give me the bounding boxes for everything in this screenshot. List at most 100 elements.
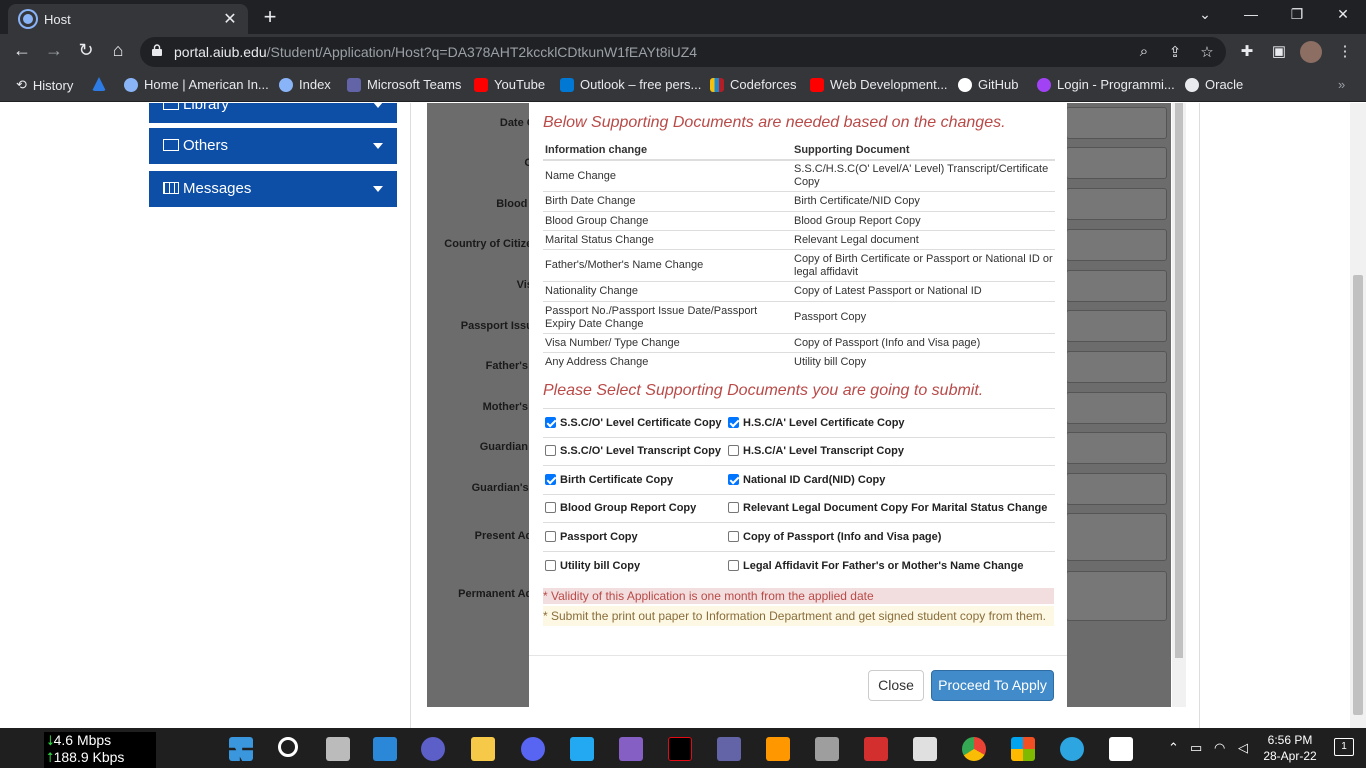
bookmark-codeforces[interactable]: Codeforces — [710, 77, 796, 92]
checkbox[interactable] — [545, 530, 556, 542]
new-tab-button[interactable]: + — [258, 4, 282, 30]
bookmark-atlassian[interactable] — [92, 77, 106, 91]
checkbox[interactable] — [728, 559, 739, 571]
citizenship-field[interactable] — [1066, 229, 1167, 261]
share-icon[interactable]: ⇪ — [1164, 43, 1186, 61]
bookmark-outlook[interactable]: Outlook – free pers... — [560, 77, 701, 92]
checkbox-option[interactable]: S.S.C/O' Level Certificate Copy — [543, 408, 726, 437]
bookmark-aiub-home[interactable]: Home | American In... — [124, 77, 269, 92]
father-name-field[interactable] — [1066, 351, 1167, 383]
sublime-text-icon[interactable] — [766, 737, 790, 761]
system-clock[interactable]: 6:56 PM 28-Apr-22 — [1262, 732, 1318, 764]
checkbox[interactable] — [728, 473, 739, 485]
battery-icon[interactable]: ▭ — [1190, 740, 1202, 756]
zoom-icon[interactable]: ⌕ — [1133, 43, 1155, 60]
passport-issue-field[interactable] — [1066, 310, 1167, 342]
checkbox-option[interactable]: Birth Certificate Copy — [543, 465, 726, 494]
extensions-icon[interactable]: ✚ — [1236, 42, 1258, 60]
chrome-icon[interactable] — [962, 737, 986, 761]
snipping-tool-icon[interactable] — [913, 737, 937, 761]
bookmark-star-icon[interactable]: ☆ — [1196, 43, 1218, 61]
windows-start-icon[interactable] — [229, 737, 253, 761]
telegram-icon[interactable] — [1060, 737, 1084, 761]
visual-studio-icon[interactable] — [619, 737, 643, 761]
form-scrollbar[interactable] — [1172, 103, 1186, 707]
bookmark-github[interactable]: GitHub — [958, 77, 1018, 92]
guardian-name-field[interactable] — [1066, 432, 1167, 464]
home-icon[interactable]: ⌂ — [106, 40, 130, 61]
bookmarks-overflow-icon[interactable]: » — [1338, 77, 1345, 92]
window-close-button[interactable]: ✕ — [1320, 6, 1366, 23]
wifi-icon[interactable]: ◠ — [1214, 740, 1225, 756]
visa-field[interactable] — [1066, 270, 1167, 302]
bookmark-teams[interactable]: Microsoft Teams — [347, 77, 461, 92]
checkbox[interactable] — [545, 559, 556, 571]
widgets-icon[interactable] — [373, 737, 397, 761]
proceed-to-apply-button[interactable]: Proceed To Apply — [931, 670, 1054, 701]
vscode-icon[interactable] — [570, 737, 594, 761]
netflix-icon[interactable] — [668, 737, 692, 761]
present-address-field[interactable] — [1066, 513, 1167, 561]
scrollbar-thumb[interactable] — [1353, 275, 1363, 715]
profile-avatar[interactable] — [1300, 41, 1322, 63]
close-button[interactable]: Close — [868, 670, 924, 701]
forward-icon[interactable]: → — [42, 40, 66, 61]
checkbox-option[interactable]: Passport Copy — [543, 522, 726, 551]
file-explorer-icon[interactable] — [471, 737, 495, 761]
bookmark-history[interactable]: ⟲ History — [16, 77, 73, 93]
blood-group-select[interactable] — [1066, 188, 1167, 220]
checkbox[interactable] — [728, 530, 739, 542]
checkbox[interactable] — [545, 473, 556, 485]
sidebar-item-messages[interactable]: Messages — [149, 171, 397, 207]
guardian-email-field[interactable] — [1066, 473, 1167, 505]
acrobat-icon[interactable] — [864, 737, 888, 761]
back-icon[interactable]: ← — [10, 40, 34, 61]
bookmark-oracle[interactable]: Oracle — [1185, 77, 1243, 92]
sidebar-item-others[interactable]: Others — [149, 128, 397, 164]
permanent-address-field[interactable] — [1066, 571, 1167, 621]
checkbox-option[interactable]: Relevant Legal Document Copy For Marital… — [726, 493, 1055, 523]
teams-icon[interactable] — [717, 737, 741, 761]
checkbox[interactable] — [728, 502, 739, 514]
checkbox-option[interactable]: Utility bill Copy — [543, 550, 726, 580]
bookmark-login[interactable]: Login - Programmi... — [1037, 77, 1175, 92]
menu-icon[interactable]: ⋮ — [1334, 42, 1356, 60]
checkbox-option[interactable]: Blood Group Report Copy — [543, 493, 726, 523]
notifications-icon[interactable]: 1 — [1334, 738, 1354, 756]
date-of-birth-field[interactable] — [1066, 107, 1167, 139]
side-panel-icon[interactable]: ▣ — [1268, 42, 1290, 60]
browser-tab[interactable]: Host ✕ — [8, 4, 248, 34]
checkbox[interactable] — [728, 445, 739, 457]
sidebar-item-library[interactable]: Library — [149, 103, 397, 123]
tab-search-icon[interactable]: ⌄ — [1182, 6, 1228, 23]
bookmark-webdev[interactable]: Web Development... — [810, 77, 948, 92]
address-bar[interactable]: portal.aiub.edu/Student/Application/Host… — [140, 37, 1226, 67]
gender-select[interactable] — [1066, 147, 1167, 179]
restore-button[interactable]: ❐ — [1274, 6, 1320, 23]
task-view-icon[interactable] — [326, 737, 350, 761]
checkbox-option[interactable]: H.S.C/A' Level Transcript Copy — [726, 436, 1055, 466]
bookmark-youtube[interactable]: YouTube — [474, 77, 545, 92]
checkbox-option[interactable]: S.S.C/O' Level Transcript Copy — [543, 436, 726, 466]
checkbox[interactable] — [545, 445, 556, 457]
checkbox-option[interactable]: National ID Card(NID) Copy — [726, 465, 1055, 494]
checkbox-option[interactable]: H.S.C/A' Level Certificate Copy — [726, 408, 1055, 437]
mother-name-field[interactable] — [1066, 392, 1167, 424]
chat-icon[interactable] — [421, 737, 445, 761]
checkbox[interactable] — [728, 416, 739, 428]
microsoft-store-icon[interactable] — [1011, 737, 1035, 761]
page-scrollbar[interactable] — [1350, 103, 1366, 728]
search-icon[interactable] — [278, 737, 298, 757]
discord-icon[interactable] — [521, 737, 545, 761]
tray-overflow-icon[interactable]: ⌃ — [1168, 740, 1179, 756]
notepad-icon[interactable] — [1109, 737, 1133, 761]
scrollbar-thumb[interactable] — [1175, 103, 1183, 658]
reload-icon[interactable]: ↻ — [74, 40, 98, 61]
checkbox[interactable] — [545, 502, 556, 514]
checkbox-option[interactable]: Legal Affidavit For Father's or Mother's… — [726, 550, 1055, 580]
bookmark-index[interactable]: Index — [279, 77, 331, 92]
tab-close-icon[interactable]: ✕ — [220, 9, 240, 29]
checkbox[interactable] — [545, 416, 556, 428]
minimize-button[interactable]: — — [1228, 6, 1274, 22]
tools-icon[interactable] — [815, 737, 839, 761]
